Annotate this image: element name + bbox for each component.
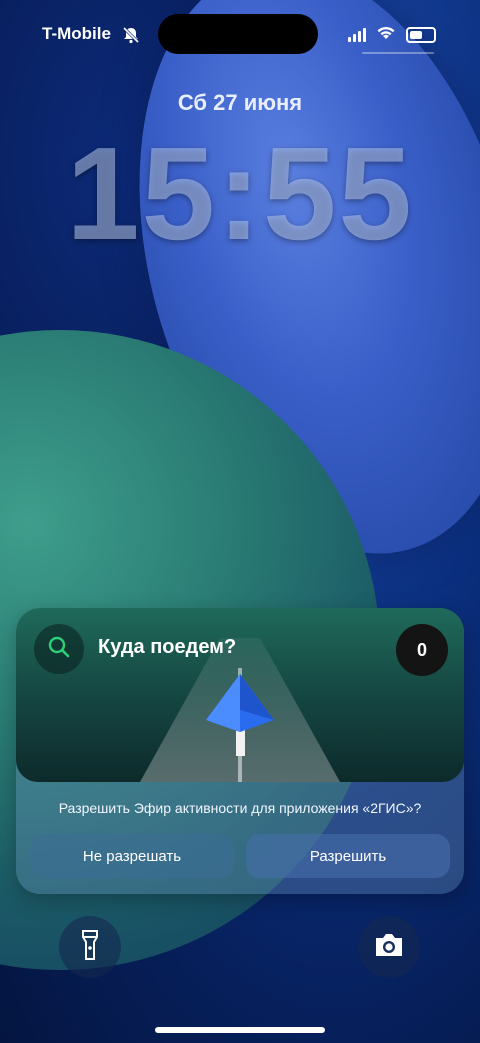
control-center-indicator[interactable] xyxy=(362,52,434,54)
camera-button[interactable] xyxy=(358,916,420,978)
count-badge[interactable]: 0 xyxy=(396,624,448,676)
status-icons xyxy=(348,25,436,45)
bell-slash-icon xyxy=(122,26,140,49)
wifi-icon xyxy=(376,25,396,45)
navigation-arrow-icon xyxy=(204,670,276,760)
signal-icon xyxy=(348,28,366,42)
camera-icon xyxy=(373,932,405,963)
battery-icon xyxy=(406,27,436,43)
allow-button[interactable]: Разрешить xyxy=(246,834,450,878)
widget-title[interactable]: Куда поедем? xyxy=(98,636,236,659)
live-activity-widget[interactable]: Куда поедем? 0 Разрешить Эфир активности… xyxy=(16,608,464,894)
flashlight-icon xyxy=(80,929,100,966)
carrier-name: T-Mobile xyxy=(42,24,111,43)
home-indicator[interactable] xyxy=(155,1027,325,1033)
lock-date: Сб 27 июня xyxy=(177,90,303,115)
permission-prompt: Разрешить Эфир активности для приложения… xyxy=(58,800,422,816)
search-button[interactable] xyxy=(34,624,84,674)
deny-button[interactable]: Не разрешать xyxy=(30,834,234,878)
search-icon xyxy=(47,635,71,664)
lock-time: 15:55 xyxy=(66,120,414,267)
flashlight-button[interactable] xyxy=(59,916,121,978)
widget-header[interactable]: Куда поедем? 0 xyxy=(16,608,464,782)
dynamic-island xyxy=(158,14,318,54)
